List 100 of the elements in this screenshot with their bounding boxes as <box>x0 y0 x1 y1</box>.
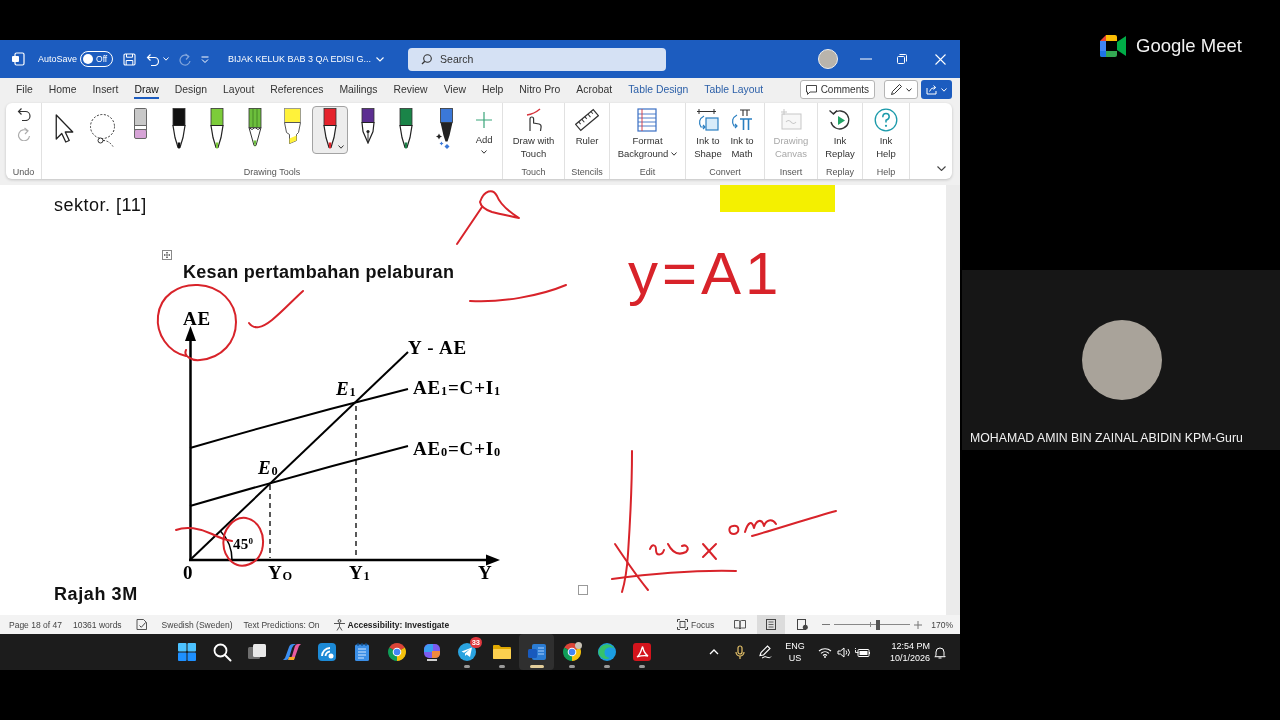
line-label: AE$_{1}$=C+I$_{1}$ <box>413 378 501 397</box>
swoosh-tile-icon <box>631 642 652 662</box>
point-label: E$_{0}$ <box>258 458 279 477</box>
share-button[interactable] <box>921 80 952 99</box>
menu-tab[interactable]: References <box>262 78 332 101</box>
restore-icon[interactable] <box>897 54 907 64</box>
ink-replay-button[interactable]: Ink Replay <box>823 103 857 161</box>
search-field[interactable]: Search <box>408 47 667 71</box>
ruler-button[interactable]: Ruler <box>570 103 604 161</box>
group-label: Undo <box>12 166 35 178</box>
participant-name: MOHAMAD AMIN BIN ZAINAL ABIDIN KPM-Guru <box>970 430 1244 446</box>
pointer-icon <box>55 114 75 143</box>
ink-check-mark <box>248 290 304 329</box>
save-icon[interactable] <box>123 52 137 66</box>
video-camera-logo-icon <box>1100 35 1127 57</box>
pen-icon[interactable] <box>758 645 772 659</box>
format-background-button[interactable]: Format Background <box>615 103 680 161</box>
menu-tab[interactable]: Acrobat <box>568 78 621 101</box>
menu-tab[interactable]: Help <box>473 78 512 101</box>
menu-tab[interactable]: Nitro Pro <box>511 78 569 101</box>
menu-tab[interactable]: View <box>435 78 474 101</box>
wave-circle-icon <box>596 642 617 662</box>
pi-icon <box>730 108 754 132</box>
zoom-level[interactable]: 170% <box>931 619 953 630</box>
replay-icon <box>828 108 852 132</box>
shape-icon <box>696 108 720 132</box>
accessibility-status[interactable]: Accessibility: Investigate <box>347 619 450 630</box>
account-avatar[interactable] <box>818 49 838 69</box>
add-pen-button[interactable]: Add <box>466 106 503 154</box>
taskbar-app-button[interactable] <box>519 634 554 670</box>
browser-icon <box>386 642 407 662</box>
group-label: Edit <box>639 166 656 178</box>
clock-button[interactable]: 12:54 PM 10/1/2026 <box>880 640 930 664</box>
proofing-icon[interactable] <box>135 619 148 630</box>
page-count[interactable]: Page 18 of 47 <box>9 619 62 630</box>
axis-label: AE <box>183 309 211 328</box>
collapse-ribbon-icon[interactable] <box>937 166 946 171</box>
app-name: Google Meet <box>1136 35 1242 57</box>
group-label: Stencils <box>571 166 603 178</box>
chevron-down-icon[interactable] <box>376 56 385 62</box>
canvas-icon <box>779 108 803 132</box>
move-handle-icon[interactable] <box>162 250 172 260</box>
accessibility-icon[interactable] <box>332 618 346 631</box>
ink-help-button[interactable]: Ink Help <box>869 103 903 161</box>
battery-icon[interactable] <box>855 646 871 658</box>
word-count[interactable]: 10361 words <box>72 619 122 630</box>
close-icon[interactable] <box>935 53 946 65</box>
menu-tab[interactable]: Review <box>385 78 436 101</box>
autosave-label: AutoSave <box>38 54 78 64</box>
menu-tab[interactable]: Home <box>40 78 85 101</box>
group-label: Replay <box>826 166 854 178</box>
comments-button[interactable]: Comments <box>799 80 875 99</box>
chevron-up-icon[interactable] <box>709 649 719 655</box>
draw-with-touch-button[interactable]: Draw with Touch <box>510 103 557 161</box>
point-label: E$_{1}$ <box>336 379 357 398</box>
group-label: Help <box>876 166 896 178</box>
share-icon <box>926 84 938 95</box>
menu-tab[interactable]: Table Design <box>620 78 697 101</box>
menu-tab[interactable]: Table Layout <box>696 78 772 101</box>
caret-icon <box>163 57 170 61</box>
menu-tab[interactable]: Layout <box>215 78 263 101</box>
caret-icon <box>671 152 678 156</box>
pen-button[interactable] <box>312 106 349 154</box>
wifi-icon[interactable] <box>818 646 832 658</box>
menu-tab[interactable]: Mailings <box>331 78 386 101</box>
word-app-icon[interactable] <box>11 52 25 66</box>
ink-to-math-button[interactable]: Ink to Math <box>725 103 759 161</box>
lasso-icon <box>90 114 116 147</box>
eraser-icon <box>134 108 148 139</box>
axis-label: Y <box>478 563 493 582</box>
text-predictions-status[interactable]: Text Predictions: On <box>243 619 320 630</box>
focus-button[interactable]: Focus <box>677 615 715 634</box>
document-title[interactable]: BIJAK KELUK BAB 3 QA EDISI G... <box>228 54 372 64</box>
view-button[interactable] <box>757 615 786 634</box>
wave-tile-icon <box>316 642 337 662</box>
menu-tab[interactable]: Design <box>166 78 216 101</box>
bell-icon[interactable] <box>934 645 946 659</box>
volume-icon[interactable] <box>837 646 851 658</box>
table-resize-handle-icon[interactable] <box>578 585 588 595</box>
zoom-in-icon[interactable] <box>914 620 923 629</box>
microphone-icon[interactable] <box>735 644 745 660</box>
editing-mode-button[interactable] <box>884 80 918 99</box>
group-label: Touch <box>521 166 546 178</box>
line-label: Y - AE <box>408 338 467 357</box>
menu-tab[interactable]: Insert <box>84 78 127 101</box>
undo-icon[interactable] <box>16 107 31 121</box>
pen-icon <box>890 83 903 96</box>
plus-icon <box>476 112 493 128</box>
input-language-button[interactable]: ENG US <box>780 640 810 664</box>
ink-circle-mark <box>222 516 265 567</box>
ink-to-shape-button[interactable]: Ink to Shape <box>691 103 725 161</box>
zoom-slider-thumb[interactable] <box>875 619 880 630</box>
browser-icon <box>561 642 582 662</box>
group-label: Insert <box>779 166 803 178</box>
customize-icon[interactable] <box>201 55 210 63</box>
language-status[interactable]: Swedish (Sweden) <box>161 619 233 630</box>
task-view-icon <box>246 642 267 662</box>
web-layout-icon <box>796 619 808 630</box>
undo-icon[interactable] <box>146 52 161 66</box>
menu-tab[interactable]: File <box>8 78 41 101</box>
